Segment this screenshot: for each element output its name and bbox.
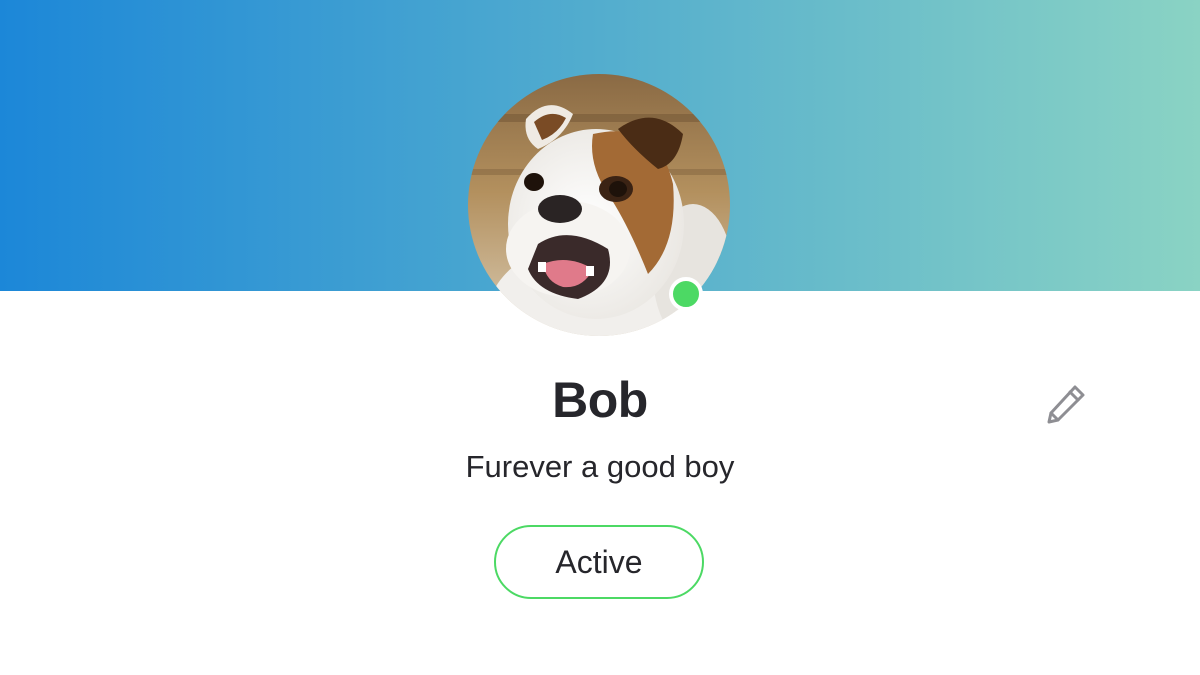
pencil-icon bbox=[1047, 385, 1085, 424]
avatar-container bbox=[468, 74, 730, 336]
profile-name: Bob bbox=[552, 372, 648, 428]
profile-bio: Furever a good boy bbox=[465, 449, 735, 484]
profile-card: Bob Furever a good boy Active bbox=[0, 0, 1200, 675]
edit-profile-button[interactable] bbox=[1038, 376, 1094, 432]
status-badge[interactable]: Active bbox=[494, 525, 704, 599]
online-status-dot bbox=[669, 277, 703, 311]
